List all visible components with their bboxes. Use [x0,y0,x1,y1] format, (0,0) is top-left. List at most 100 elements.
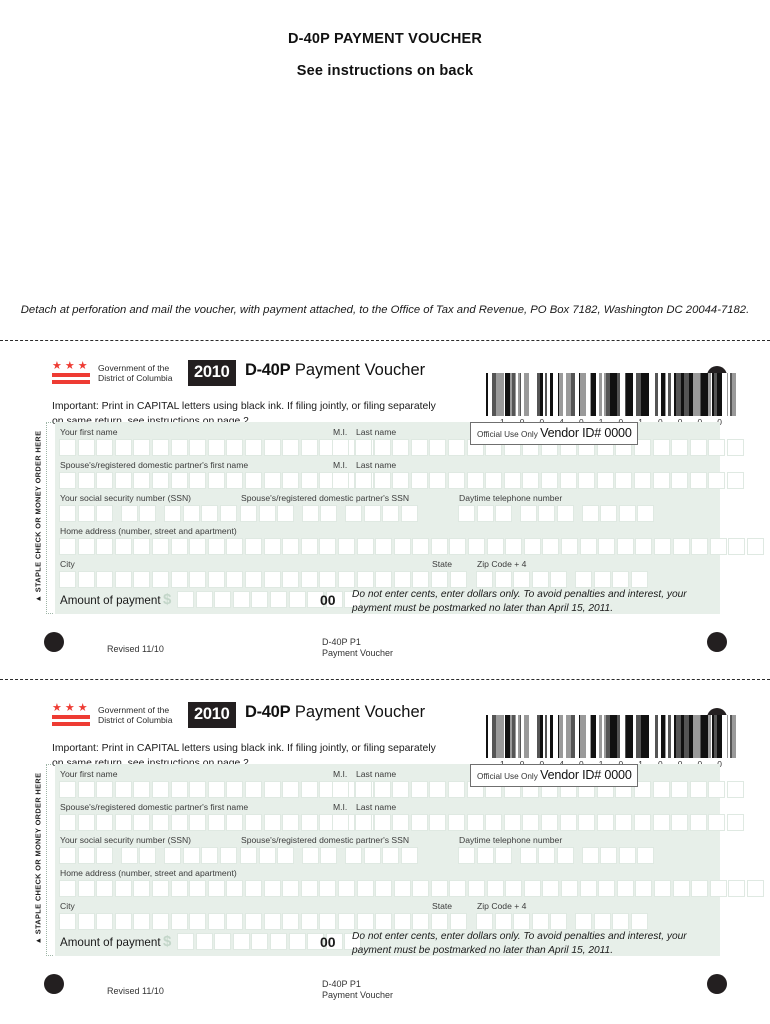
input-box[interactable] [300,814,318,831]
input-box[interactable] [114,472,132,489]
input-box[interactable] [559,814,577,831]
input-box[interactable] [133,439,151,456]
input-box[interactable] [226,880,244,897]
input-box[interactable] [550,913,568,930]
input-box[interactable] [244,571,262,588]
input-box[interactable] [392,781,410,798]
input-box[interactable] [170,472,188,489]
input-box[interactable] [523,880,541,897]
input-box[interactable] [177,591,194,608]
input-box[interactable] [726,439,744,456]
input-box[interactable] [689,814,707,831]
input-box[interactable] [77,571,95,588]
input-box[interactable] [300,439,318,456]
input-box[interactable] [133,880,151,897]
input-box[interactable] [182,847,200,864]
input-box[interactable] [337,880,355,897]
input-box[interactable] [151,880,169,897]
input-box[interactable] [219,505,237,522]
input-box[interactable] [59,847,76,864]
input-box[interactable] [691,538,709,555]
input-box[interactable] [561,538,579,555]
input-box[interactable] [189,472,207,489]
input-box[interactable] [207,538,225,555]
input-box[interactable] [429,472,447,489]
input-box[interactable] [458,847,475,864]
input-box[interactable] [226,439,244,456]
input-box[interactable] [485,814,503,831]
input-box[interactable] [170,880,188,897]
input-box[interactable] [635,538,653,555]
input-box[interactable] [207,781,225,798]
input-box[interactable] [615,472,633,489]
input-box[interactable] [263,571,281,588]
input-box[interactable] [393,571,411,588]
input-box[interactable] [503,472,521,489]
input-box[interactable] [400,847,418,864]
input-box[interactable] [540,472,558,489]
input-box[interactable] [392,472,410,489]
input-box[interactable] [486,880,504,897]
input-box[interactable] [263,913,281,930]
input-box[interactable] [578,472,596,489]
input-box[interactable] [300,880,318,897]
input-box[interactable] [593,913,611,930]
input-box[interactable] [151,472,169,489]
input-box[interactable] [170,538,188,555]
input-box[interactable] [226,472,244,489]
input-box[interactable] [431,571,448,588]
input-box[interactable] [133,571,151,588]
input-box[interactable] [59,880,76,897]
input-box[interactable] [189,913,207,930]
input-box[interactable] [170,571,188,588]
input-box[interactable] [728,880,746,897]
input-box[interactable] [269,591,287,608]
input-box[interactable] [170,913,188,930]
input-box[interactable] [373,814,391,831]
input-box[interactable] [301,847,319,864]
input-box[interactable] [96,538,114,555]
input-box[interactable] [412,538,430,555]
input-box[interactable] [344,847,362,864]
input-box[interactable] [244,472,262,489]
input-box[interactable] [709,880,727,897]
input-box[interactable] [214,933,232,950]
input-box[interactable] [410,439,428,456]
input-box[interactable] [495,505,513,522]
input-box[interactable] [96,814,114,831]
input-box[interactable] [556,505,574,522]
input-box[interactable] [355,781,372,798]
input-box[interactable] [59,472,76,489]
input-box[interactable] [263,472,281,489]
input-box[interactable] [652,814,670,831]
input-box[interactable] [59,439,76,456]
input-box[interactable] [356,571,374,588]
input-box[interactable] [513,913,531,930]
input-box[interactable] [277,505,295,522]
input-box[interactable] [258,505,276,522]
input-box[interactable] [412,880,430,897]
input-box[interactable] [114,571,132,588]
input-box[interactable] [375,571,393,588]
input-box[interactable] [344,505,362,522]
input-box[interactable] [244,880,262,897]
input-box[interactable] [251,591,269,608]
input-box[interactable] [139,847,157,864]
input-box[interactable] [277,847,295,864]
input-box[interactable] [77,814,95,831]
input-box[interactable] [77,847,95,864]
input-box[interactable] [151,571,169,588]
input-box[interactable] [244,781,262,798]
input-box[interactable] [671,814,689,831]
input-box[interactable] [96,847,114,864]
input-box[interactable] [689,781,707,798]
input-box[interactable] [671,439,689,456]
input-box[interactable] [447,439,465,456]
input-box[interactable] [485,472,503,489]
input-box[interactable] [232,591,250,608]
input-box[interactable] [531,913,549,930]
input-box[interactable] [207,880,225,897]
input-box[interactable] [59,781,76,798]
input-box[interactable] [726,781,744,798]
input-box[interactable] [538,847,556,864]
